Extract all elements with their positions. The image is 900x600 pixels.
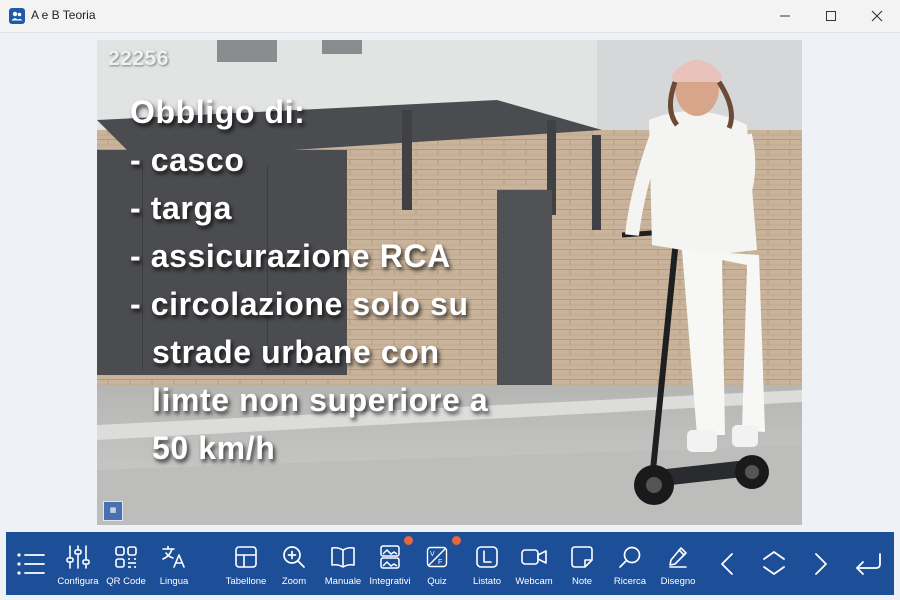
question-line: - circolazione solo su [130, 286, 469, 322]
title-bar: A e B Teoria [0, 0, 900, 33]
question-line: - casco [130, 142, 245, 178]
configura-button[interactable]: Configura [53, 532, 103, 595]
listato-button[interactable]: Listato [464, 532, 510, 595]
webcam-label: Webcam [515, 576, 553, 587]
disegno-button[interactable]: Disegno [656, 532, 700, 595]
question-line: 50 km/h [152, 430, 276, 466]
true-false-icon: V F [426, 542, 448, 572]
quiz-badge [452, 536, 461, 545]
question-text: Obbligo di: - casco - targa - assicurazi… [130, 88, 488, 472]
question-line: - assicurazione RCA [130, 238, 451, 274]
listato-label: Listato [473, 576, 501, 587]
chevron-up-down-icon [762, 548, 786, 578]
question-line: strade urbane con [152, 334, 440, 370]
question-number: 22256 [108, 47, 169, 70]
window-title: A e B Teoria [31, 8, 96, 22]
webcam-button[interactable]: Webcam [511, 532, 557, 595]
qr-code-icon [114, 542, 138, 572]
question-slide: 22256 Obbligo di: - casco - targa - assi… [97, 40, 802, 525]
note-label: Note [571, 576, 593, 587]
maximize-button[interactable] [808, 0, 854, 32]
qr-code-label: QR Code [106, 576, 146, 587]
chevron-right-icon [814, 549, 828, 579]
ricerca-label: Ricerca [613, 576, 647, 587]
zoom-button[interactable]: Zoom [272, 532, 316, 595]
note-button[interactable]: Note [560, 532, 604, 595]
integrativi-badge [404, 536, 413, 545]
return-arrow-icon [854, 549, 884, 579]
letter-l-icon [475, 542, 499, 572]
close-button[interactable] [854, 0, 900, 32]
tabellone-button[interactable]: Tabellone [222, 532, 270, 595]
next-button[interactable] [806, 532, 836, 595]
lingua-label: Lingua [159, 576, 189, 587]
app-logo-icon [9, 8, 25, 24]
list-icon [16, 549, 46, 579]
sliders-icon [65, 542, 91, 572]
zoom-in-icon [282, 542, 306, 572]
question-line: Obbligo di: [130, 94, 306, 130]
sticky-note-icon [570, 542, 594, 572]
pen-icon [666, 542, 690, 572]
previous-button[interactable] [712, 532, 742, 595]
camera-icon [520, 542, 548, 572]
translate-icon [161, 542, 187, 572]
publisher-logo: ▦ [103, 501, 123, 521]
question-line: limte non superiore a [152, 382, 489, 418]
integrativi-label: Integrativi [369, 576, 411, 587]
bottom-toolbar: Configura QR Code Lingua Tabellone Zoom … [6, 532, 894, 595]
quiz-label: Quiz [427, 576, 447, 587]
menu-button[interactable] [14, 532, 48, 595]
book-icon [330, 542, 356, 572]
manuale-label: Manuale [324, 576, 362, 587]
minimize-button[interactable] [762, 0, 808, 32]
quiz-button[interactable]: V F Quiz [419, 532, 455, 595]
qr-code-button[interactable]: QR Code [103, 532, 149, 595]
manuale-button[interactable]: Manuale [320, 532, 366, 595]
grid-icon [234, 542, 258, 572]
expand-collapse-button[interactable] [758, 532, 790, 595]
search-icon [618, 542, 642, 572]
question-line: - targa [130, 190, 232, 226]
tabellone-label: Tabellone [225, 576, 267, 587]
ricerca-button[interactable]: Ricerca [608, 532, 652, 595]
chevron-left-icon [720, 549, 734, 579]
configura-label: Configura [57, 576, 99, 587]
back-button[interactable] [852, 532, 886, 595]
disegno-label: Disegno [660, 576, 696, 587]
svg-text:F: F [438, 559, 442, 566]
lingua-button[interactable]: Lingua [152, 532, 196, 595]
images-icon [379, 542, 401, 572]
zoom-label: Zoom [281, 576, 307, 587]
svg-text:V: V [430, 551, 435, 558]
